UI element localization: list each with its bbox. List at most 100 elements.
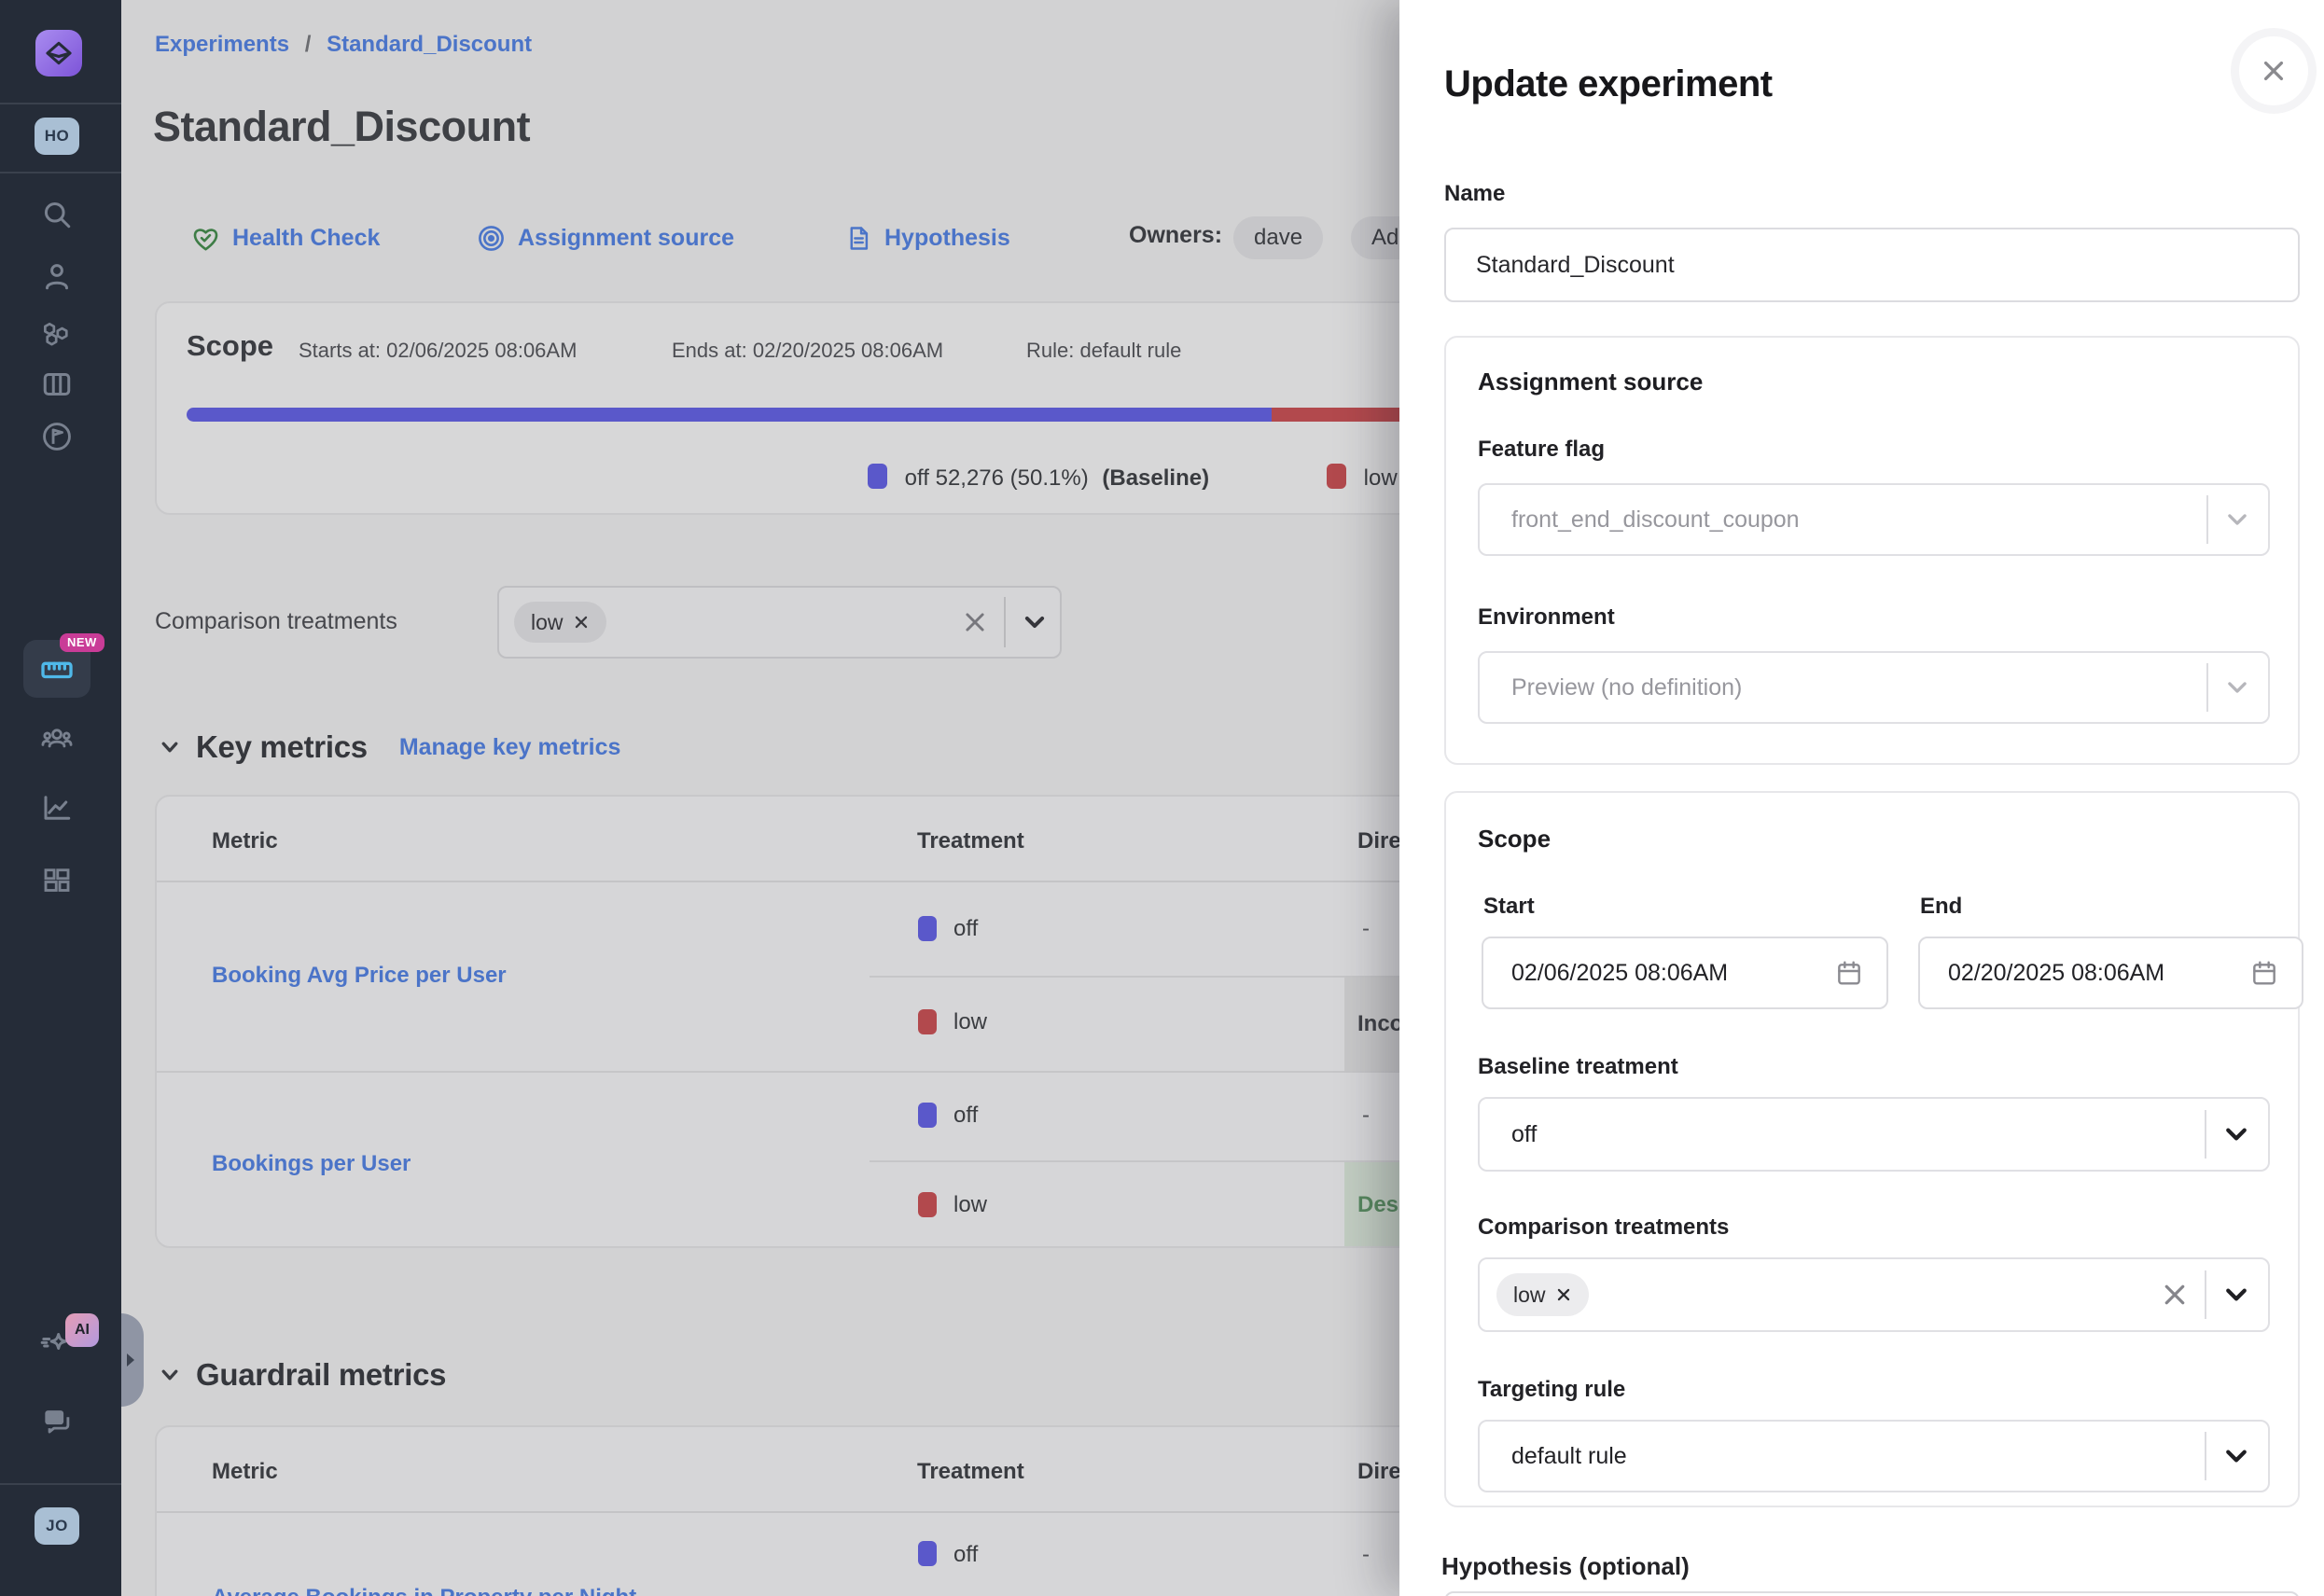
sidebar-divider — [0, 103, 121, 104]
app-logo[interactable] — [35, 30, 82, 76]
legend-off-baseline: (Baseline) — [1102, 465, 1209, 491]
environment-value: Preview (no definition) — [1511, 674, 1742, 701]
treatment-chip-low[interactable]: low — [514, 602, 606, 643]
hypothesis-link[interactable]: Hypothesis — [844, 216, 1010, 259]
hexagon-cluster-icon — [39, 314, 75, 350]
feature-flag-value: front_end_discount_coupon — [1511, 507, 1800, 534]
metric-link-guardrail[interactable]: Average Bookings in Property per Night — [212, 1585, 636, 1596]
search-icon — [40, 198, 74, 231]
end-date-input[interactable]: 02/20/2025 08:06AM — [1918, 937, 2303, 1009]
sidebar-item-audiences[interactable] — [38, 720, 76, 757]
breadcrumb-experiments-link[interactable]: Experiments — [155, 32, 289, 57]
bullseye-icon — [476, 223, 507, 254]
scope-starts-at: Starts at: 02/06/2025 08:06AM — [299, 339, 577, 363]
user-icon — [40, 259, 74, 293]
chevron-down-icon[interactable] — [2223, 1121, 2249, 1147]
chip-remove-icon[interactable] — [573, 614, 590, 631]
close-panel-button[interactable] — [2231, 28, 2317, 114]
workspace-avatar[interactable]: HO — [35, 118, 79, 155]
table-header-border — [157, 1511, 1435, 1513]
clear-selection-icon[interactable] — [963, 610, 987, 634]
environment-select[interactable]: Preview (no definition) — [1478, 651, 2270, 724]
treatment-swatch-off — [918, 1541, 937, 1566]
guardrail-metrics-title: Guardrail metrics — [196, 1357, 446, 1393]
chevron-down-icon[interactable] — [2223, 1282, 2249, 1308]
col-treatment: Treatment — [917, 828, 1024, 854]
calendar-icon[interactable] — [1834, 958, 1864, 988]
sidebar-item-search[interactable] — [38, 196, 76, 233]
chevron-down-icon[interactable] — [2223, 1443, 2249, 1469]
new-badge: NEW — [60, 633, 104, 652]
baseline-treatment-value: off — [1511, 1121, 1537, 1148]
health-check-link[interactable]: Health Check — [190, 216, 380, 259]
feature-flag-label: Feature flag — [1478, 437, 1605, 463]
metric-link-bookings-per-user[interactable]: Bookings per User — [212, 1151, 411, 1177]
calendar-icon[interactable] — [2249, 958, 2279, 988]
legend-low-swatch — [1327, 464, 1346, 489]
legend-low: low — [1327, 464, 1398, 490]
feature-flag-select[interactable]: front_end_discount_coupon — [1478, 483, 2270, 556]
owner-pill-dave[interactable]: dave — [1233, 216, 1323, 259]
collapse-chevron-icon[interactable] — [159, 736, 181, 758]
panel-treatment-chip-low[interactable]: low — [1496, 1273, 1589, 1316]
sidebar-expand-handle[interactable] — [121, 1313, 144, 1407]
end-date-value: 02/20/2025 08:06AM — [1948, 960, 2164, 987]
scope-summary-card: Scope Starts at: 02/06/2025 08:06AM Ends… — [155, 301, 1437, 515]
panel-scope-title: Scope — [1478, 825, 1551, 854]
metric-link-booking-avg-price[interactable]: Booking Avg Price per User — [212, 963, 507, 989]
assignment-source-label: Assignment source — [518, 225, 734, 252]
breadcrumb-current-link[interactable]: Standard_Discount — [327, 32, 532, 57]
direction-value: - — [1362, 1542, 1370, 1568]
comparison-treatments-select[interactable]: low — [497, 586, 1062, 659]
chevron-down-icon — [2225, 507, 2249, 532]
metrics-ruler-icon[interactable] — [38, 651, 76, 688]
chevron-down-icon — [2225, 675, 2249, 700]
panel-comparison-label: Comparison treatments — [1478, 1214, 1729, 1241]
guardrail-metrics-table: Metric Treatment Direction off - Average… — [155, 1425, 1437, 1596]
chevron-down-icon[interactable] — [1023, 610, 1047, 634]
name-input[interactable]: Standard_Discount — [1444, 228, 2300, 302]
assignment-source-card: Assignment source Feature flag front_end… — [1444, 336, 2300, 765]
sidebar-item-dashboards[interactable] — [38, 862, 76, 899]
clear-selection-icon[interactable] — [2162, 1282, 2188, 1308]
guardrail-metrics-header: Guardrail metrics — [159, 1357, 446, 1393]
targeting-rule-select[interactable]: default rule — [1478, 1420, 2270, 1492]
manage-key-metrics-link[interactable]: Manage key metrics — [399, 734, 621, 761]
select-divider — [2205, 1270, 2206, 1319]
assignment-source-link[interactable]: Assignment source — [476, 216, 734, 259]
chip-label: low — [1513, 1283, 1546, 1308]
direction-value: - — [1362, 1103, 1370, 1129]
start-date-input[interactable]: 02/06/2025 08:06AM — [1482, 937, 1888, 1009]
environment-label: Environment — [1478, 604, 1615, 631]
sidebar-item-segments[interactable] — [38, 313, 76, 351]
legend-low-text: low — [1364, 465, 1398, 491]
sidebar-item-feature-flags[interactable] — [38, 418, 76, 455]
chip-remove-icon[interactable] — [1555, 1286, 1572, 1303]
sidebar-item-analytics[interactable] — [38, 789, 76, 826]
col-treatment: Treatment — [917, 1459, 1024, 1485]
panel-comparison-select[interactable]: low — [1478, 1257, 2270, 1332]
sidebar-item-boards[interactable] — [38, 366, 76, 403]
collapse-chevron-icon[interactable] — [159, 1364, 181, 1386]
panel-title: Update experiment — [1444, 63, 1773, 105]
svg-text:?: ? — [50, 1411, 58, 1424]
close-icon — [2260, 57, 2288, 85]
people-group-icon — [39, 721, 75, 756]
key-metrics-header: Key metrics Manage key metrics — [159, 729, 620, 765]
treatment-name: low — [953, 1009, 987, 1035]
select-divider — [2206, 663, 2208, 712]
sidebar-item-help[interactable]: ? — [38, 1403, 76, 1440]
sidebar-divider — [0, 172, 121, 173]
sidebar-item-users[interactable] — [38, 257, 76, 295]
owners-label: Owners: — [1129, 222, 1222, 249]
treatment-swatch-off — [918, 1103, 937, 1128]
treatment-name: off — [953, 916, 978, 942]
treatment-name: off — [953, 1542, 978, 1568]
line-chart-icon — [40, 791, 74, 825]
assignment-source-title: Assignment source — [1478, 368, 1703, 396]
end-label: End — [1920, 894, 1962, 920]
hypothesis-textarea[interactable] — [1444, 1591, 2300, 1596]
treatment-name: off — [953, 1103, 978, 1129]
user-avatar[interactable]: JO — [35, 1507, 79, 1545]
baseline-treatment-select[interactable]: off — [1478, 1097, 2270, 1172]
